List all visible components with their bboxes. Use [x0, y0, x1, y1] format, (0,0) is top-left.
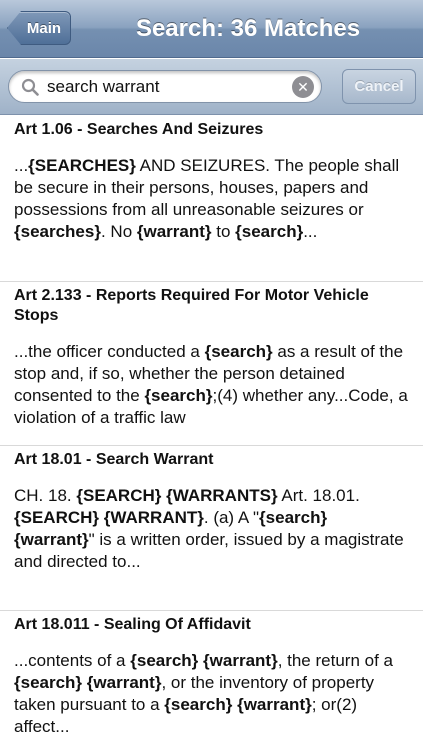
search-term-highlight: {warrant}: [203, 651, 278, 670]
search-term-highlight: {WARRANTS}: [166, 486, 278, 505]
search-term-highlight: {SEARCHES}: [28, 156, 136, 175]
result-title: Art 2.133 - Reports Required For Motor V…: [14, 287, 369, 324]
clear-search-button[interactable]: ✕: [292, 76, 314, 98]
main-back-button[interactable]: Main: [7, 11, 71, 45]
result-snippet: ...{SEARCHES} AND SEIZURES. The people s…: [14, 155, 411, 259]
cancel-button[interactable]: Cancel: [342, 69, 416, 104]
result-item[interactable]: Art 18.011 - Sealing Of Affidavit ...con…: [0, 611, 423, 751]
search-input[interactable]: [47, 76, 287, 98]
navigation-bar: Main Search: 36 Matches: [0, 0, 423, 58]
search-term-highlight: {search}: [144, 386, 213, 405]
search-term-highlight: {warrant}: [86, 673, 162, 692]
snippet-text: to: [211, 222, 236, 241]
snippet-text: ...contents of a: [14, 651, 131, 670]
result-item[interactable]: Art 18.01 - Search Warrant CH. 18. {SEAR…: [0, 446, 423, 611]
search-term-highlight: {warrant}: [136, 222, 212, 241]
search-term-highlight: {search}: [14, 673, 83, 692]
cancel-label: Cancel: [354, 78, 404, 95]
snippet-text: ...: [303, 222, 318, 241]
result-title: Art 18.01 - Search Warrant: [14, 451, 214, 468]
snippet-text: CH. 18.: [14, 486, 77, 505]
search-icon: [21, 78, 39, 96]
search-results-list: Art 1.06 - Searches And Seizures ...{SEA…: [0, 116, 423, 751]
search-term-highlight: {search}: [259, 508, 328, 527]
main-back-label: Main: [26, 19, 62, 37]
search-term-highlight: {search}: [130, 651, 199, 670]
search-bar: ✕ Cancel: [0, 59, 423, 115]
snippet-text: . (a) A ": [203, 508, 260, 527]
result-item[interactable]: Art 2.133 - Reports Required For Motor V…: [0, 282, 423, 446]
search-term-highlight: {search}: [164, 695, 233, 714]
result-snippet: ...contents of a {search} {warrant}, the…: [14, 650, 411, 754]
result-title: Art 1.06 - Searches And Seizures: [14, 121, 264, 138]
snippet-text: Art. 18.01.: [277, 486, 360, 505]
search-term-highlight: {WARRANT}: [103, 508, 204, 527]
search-term-highlight: {searches}: [14, 222, 101, 241]
search-term-highlight: {SEARCH}: [14, 508, 100, 527]
page-title: Search: 36 Matches: [135, 15, 361, 42]
search-term-highlight: {search}: [235, 222, 304, 241]
search-term-highlight: {warrant}: [237, 695, 312, 714]
snippet-text: ...: [14, 156, 29, 175]
clear-icon: ✕: [297, 79, 309, 95]
search-term-highlight: {search}: [204, 342, 273, 361]
search-term-highlight: {SEARCH}: [76, 486, 162, 505]
snippet-text: , the return of a: [277, 651, 393, 670]
search-field[interactable]: ✕: [8, 70, 322, 103]
result-snippet: ...the officer conducted a {search} as a…: [14, 341, 411, 445]
result-snippet: CH. 18. {SEARCH} {WARRANTS} Art. 18.01. …: [14, 485, 411, 589]
result-title: Art 18.011 - Sealing Of Affidavit: [14, 616, 251, 633]
search-term-highlight: {warrant}: [14, 530, 89, 549]
snippet-text: . No: [100, 222, 137, 241]
result-item[interactable]: Art 1.06 - Searches And Seizures ...{SEA…: [0, 116, 423, 282]
snippet-text: ...the officer conducted a: [14, 342, 205, 361]
